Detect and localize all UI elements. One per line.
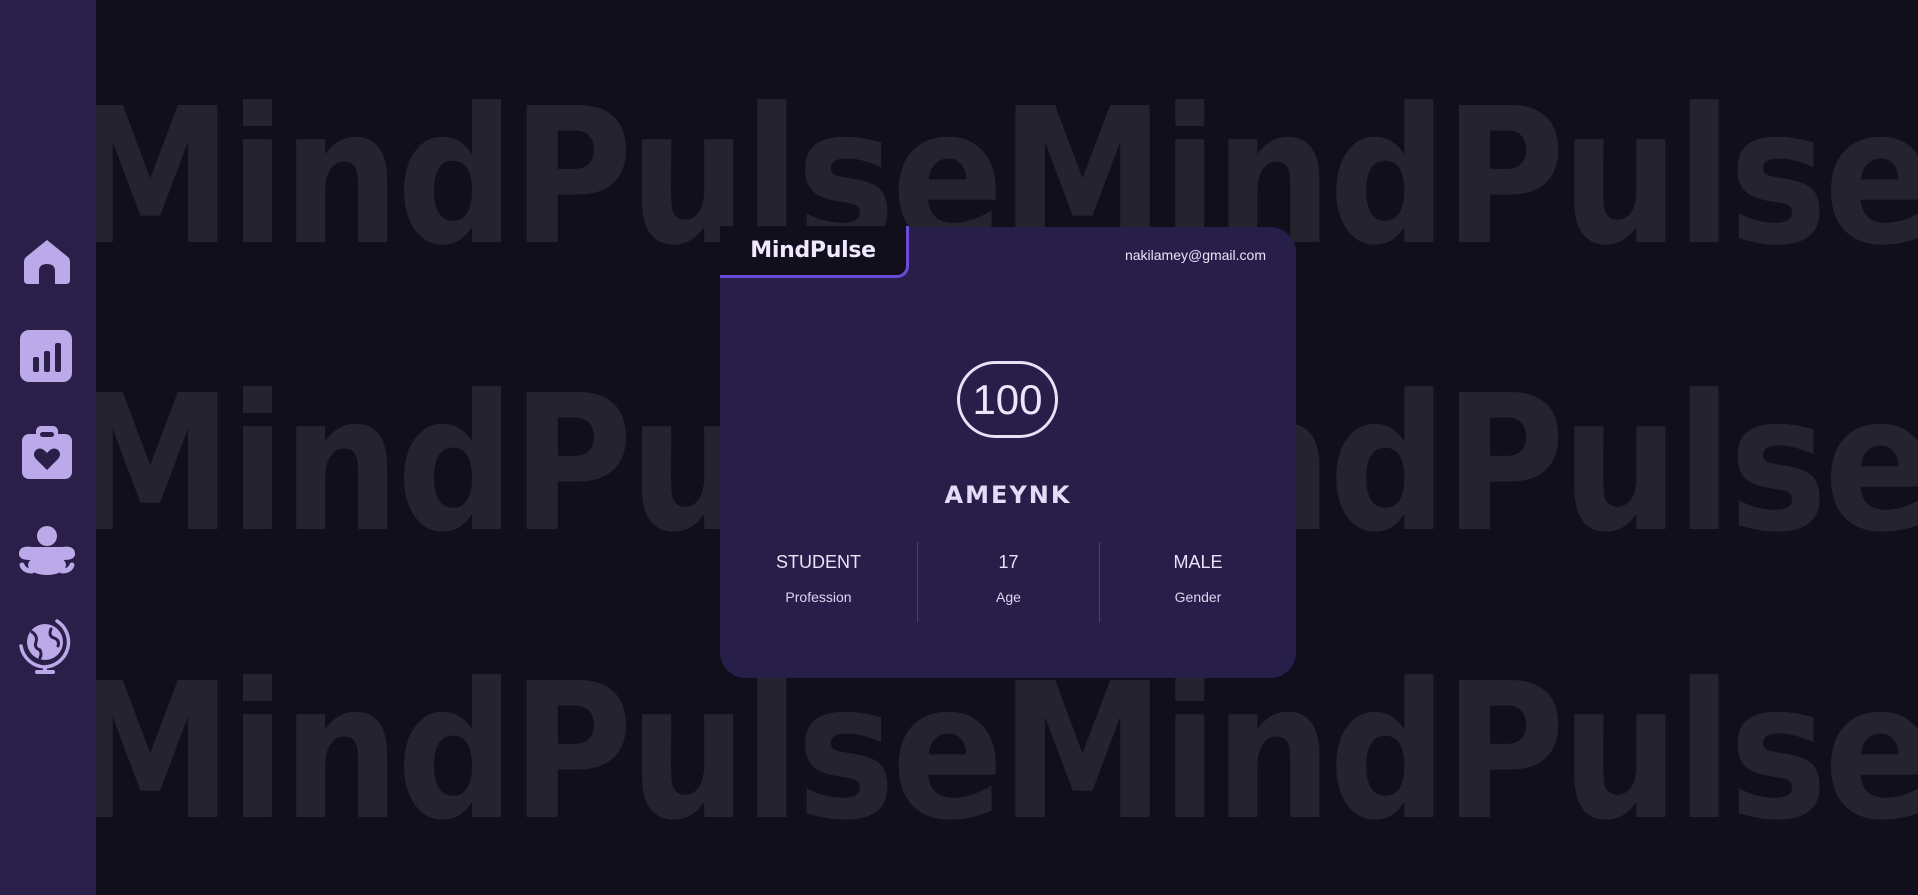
profile-page: MindPulseMindPulse MindPulse MindPulse Min… xyxy=(0,0,1918,895)
sidebar-item-health-log[interactable] xyxy=(18,424,76,482)
profile-card: MindPulse nakilamey@gmail.com 100 AMEYNK… xyxy=(720,226,1296,678)
brand-logo-text: MindPulse xyxy=(750,238,876,263)
meditation-icon xyxy=(19,526,75,575)
watermark-row: MindPulseMindPulseMindPulse xyxy=(96,643,1918,862)
user-email: nakilamey@gmail.com xyxy=(1124,247,1266,263)
stat-age: 17 Age xyxy=(918,542,1099,622)
stat-label: Profession xyxy=(785,589,852,605)
stat-label: Age xyxy=(996,589,1021,605)
sidebar-item-home[interactable] xyxy=(18,232,76,290)
home-icon xyxy=(24,240,70,284)
sidebar-item-meditation[interactable] xyxy=(18,521,76,579)
stat-profession: STUDENT Profession xyxy=(720,542,917,622)
user-name: AMEYNK xyxy=(944,481,1072,509)
stat-value: STUDENT xyxy=(776,552,861,572)
sidebar xyxy=(0,0,96,895)
brand-tab: MindPulse xyxy=(720,226,909,278)
score-badge: 100 xyxy=(957,361,1058,438)
profile-stats: STUDENT Profession 17 Age MALE Gender xyxy=(720,542,1296,622)
stat-value: 17 xyxy=(998,552,1019,572)
bar-chart-icon xyxy=(20,330,72,382)
stat-label: Gender xyxy=(1174,589,1222,605)
sidebar-item-explore[interactable] xyxy=(18,616,76,674)
clipboard-heart-icon xyxy=(22,426,72,479)
globe-icon xyxy=(19,619,71,674)
stat-gender: MALE Gender xyxy=(1100,542,1296,622)
stat-value: MALE xyxy=(1173,552,1223,572)
sidebar-item-analytics[interactable] xyxy=(18,327,76,385)
